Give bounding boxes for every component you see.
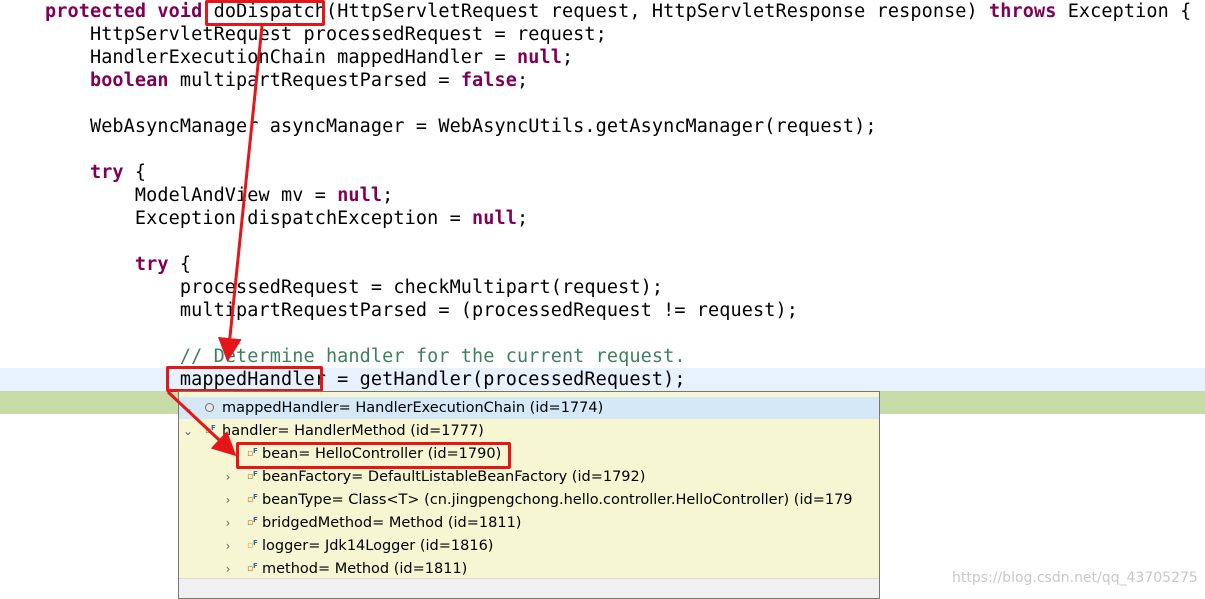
keyword: null [472, 208, 517, 229]
field-icon: ▫ F [205, 424, 216, 436]
keyword: try [89, 162, 124, 183]
collapse-chevron-icon[interactable]: ⌄ [182, 420, 194, 442]
code-line[interactable]: processedRequest = checkMultipart(reques… [45, 276, 663, 299]
code-text: processedRequest = checkMultipart(reques… [45, 277, 664, 298]
tree-row[interactable]: ⌄ ▫ F handler= HandlerMethod (id=1777) [179, 420, 879, 442]
field-icon: ▫ F [247, 493, 258, 505]
annotation-box-bean [236, 442, 511, 469]
code-text: { [168, 254, 192, 275]
code-text: multipartRequestParsed = [168, 70, 461, 91]
code-text: HttpServletRequest processedRequest = re… [45, 24, 607, 45]
keyword: protected [45, 1, 147, 22]
annotation-box-mappedhandler [166, 366, 323, 392]
variable-label: logger= Jdk14Logger (id=1816) [262, 538, 494, 554]
code-line[interactable]: HandlerExecutionChain mappedHandler = nu… [45, 46, 573, 69]
code-text: ModelAndView mv = [45, 185, 338, 206]
code-line[interactable]: ModelAndView mv = null; [45, 184, 393, 207]
code-text: Exception dispatchException = [45, 208, 473, 229]
annotation-box-dodispatch [205, 0, 325, 26]
code-text: ; [382, 185, 394, 206]
variable-label: mappedHandler= HandlerExecutionChain (id… [222, 400, 604, 416]
code-text: ; [517, 70, 529, 91]
field-icon: ▫ F [247, 562, 258, 574]
code-text: ; [561, 47, 574, 68]
keyword: throws [989, 1, 1057, 22]
code-line[interactable]: WebAsyncManager asyncManager = WebAsyncU… [45, 115, 877, 138]
tree-row[interactable]: ⌄ mappedHandler= HandlerExecutionChain (i… [179, 397, 879, 419]
variable-label: method= Method (id=1811) [262, 561, 468, 577]
code-line[interactable]: HttpServletRequest processedRequest = re… [45, 23, 607, 46]
code-line[interactable]: mappedHandler = getHandler(processedRequ… [45, 368, 686, 391]
keyword: try [134, 254, 169, 275]
expand-chevron-icon[interactable]: › [222, 512, 234, 534]
watermark: https://blog.csdn.net/qq_43705275 [952, 570, 1198, 586]
code-text: WebAsyncManager asyncManager = WebAsyncU… [45, 116, 877, 137]
static-field-icon: ▫ F [247, 539, 258, 551]
code-text: ; [517, 208, 529, 229]
variable-inspect-popup[interactable]: ⌄ mappedHandler= HandlerExecutionChain (i… [178, 391, 880, 599]
expand-chevron-icon[interactable]: › [222, 535, 234, 557]
expand-chevron-icon[interactable]: › [222, 466, 234, 488]
keyword: boolean [89, 70, 169, 91]
expand-chevron-icon[interactable]: › [222, 489, 234, 511]
code-text: Exception { [1056, 1, 1192, 22]
code-text: multipartRequestParsed = (processedReque… [45, 300, 798, 321]
code-line[interactable]: boolean multipartRequestParsed = false; [45, 69, 528, 92]
field-icon: ▫ F [247, 516, 258, 528]
code-line[interactable]: Exception dispatchException = null; [45, 207, 528, 230]
tree-row[interactable]: › ▫ F logger= Jdk14Logger (id=1816) [179, 535, 879, 557]
tree-row[interactable]: › ▫ F beanFactory= DefaultListableBeanFacto… [179, 466, 879, 488]
variable-label: beanType= Class<T> (cn.jingpengchong.hel… [262, 492, 853, 508]
variable-label: bridgedMethod= Method (id=1811) [262, 515, 522, 531]
code-text: { [123, 162, 147, 183]
keyword: null [517, 47, 562, 68]
keyword: null [337, 185, 383, 206]
tree-row[interactable]: › ▫ F bridgedMethod= Method (id=1811) [179, 512, 879, 534]
code-line[interactable]: try { [45, 253, 191, 276]
code-text: mappedHandler = getHandler(processedRequ… [45, 369, 686, 390]
variable-label: beanFactory= DefaultListableBeanFactory … [262, 469, 646, 485]
code-line[interactable]: multipartRequestParsed = (processedReque… [45, 299, 798, 322]
keyword: false [460, 70, 518, 91]
expand-chevron-icon[interactable]: › [222, 558, 234, 580]
field-icon: ▫ F [247, 470, 258, 482]
variable-label: handler= HandlerMethod (id=1777) [222, 423, 484, 439]
keyword: void [157, 1, 203, 22]
collapse-chevron-icon[interactable]: ⌄ [182, 397, 194, 419]
tree-row[interactable]: › ▫ F beanType= Class<T> (cn.jingpengchong.… [179, 489, 879, 511]
code-line[interactable]: try { [45, 161, 146, 184]
comment: // Determine handler for the current req… [45, 346, 686, 367]
horizontal-scrollbar[interactable] [179, 578, 879, 598]
tree-row[interactable]: › ▫ F method= Method (id=1811) [179, 558, 879, 580]
no-chevron [222, 443, 234, 465]
code-line[interactable]: // Determine handler for the current req… [45, 345, 686, 368]
code-text: HandlerExecutionChain mappedHandler = [45, 47, 517, 68]
object-icon [205, 403, 214, 412]
